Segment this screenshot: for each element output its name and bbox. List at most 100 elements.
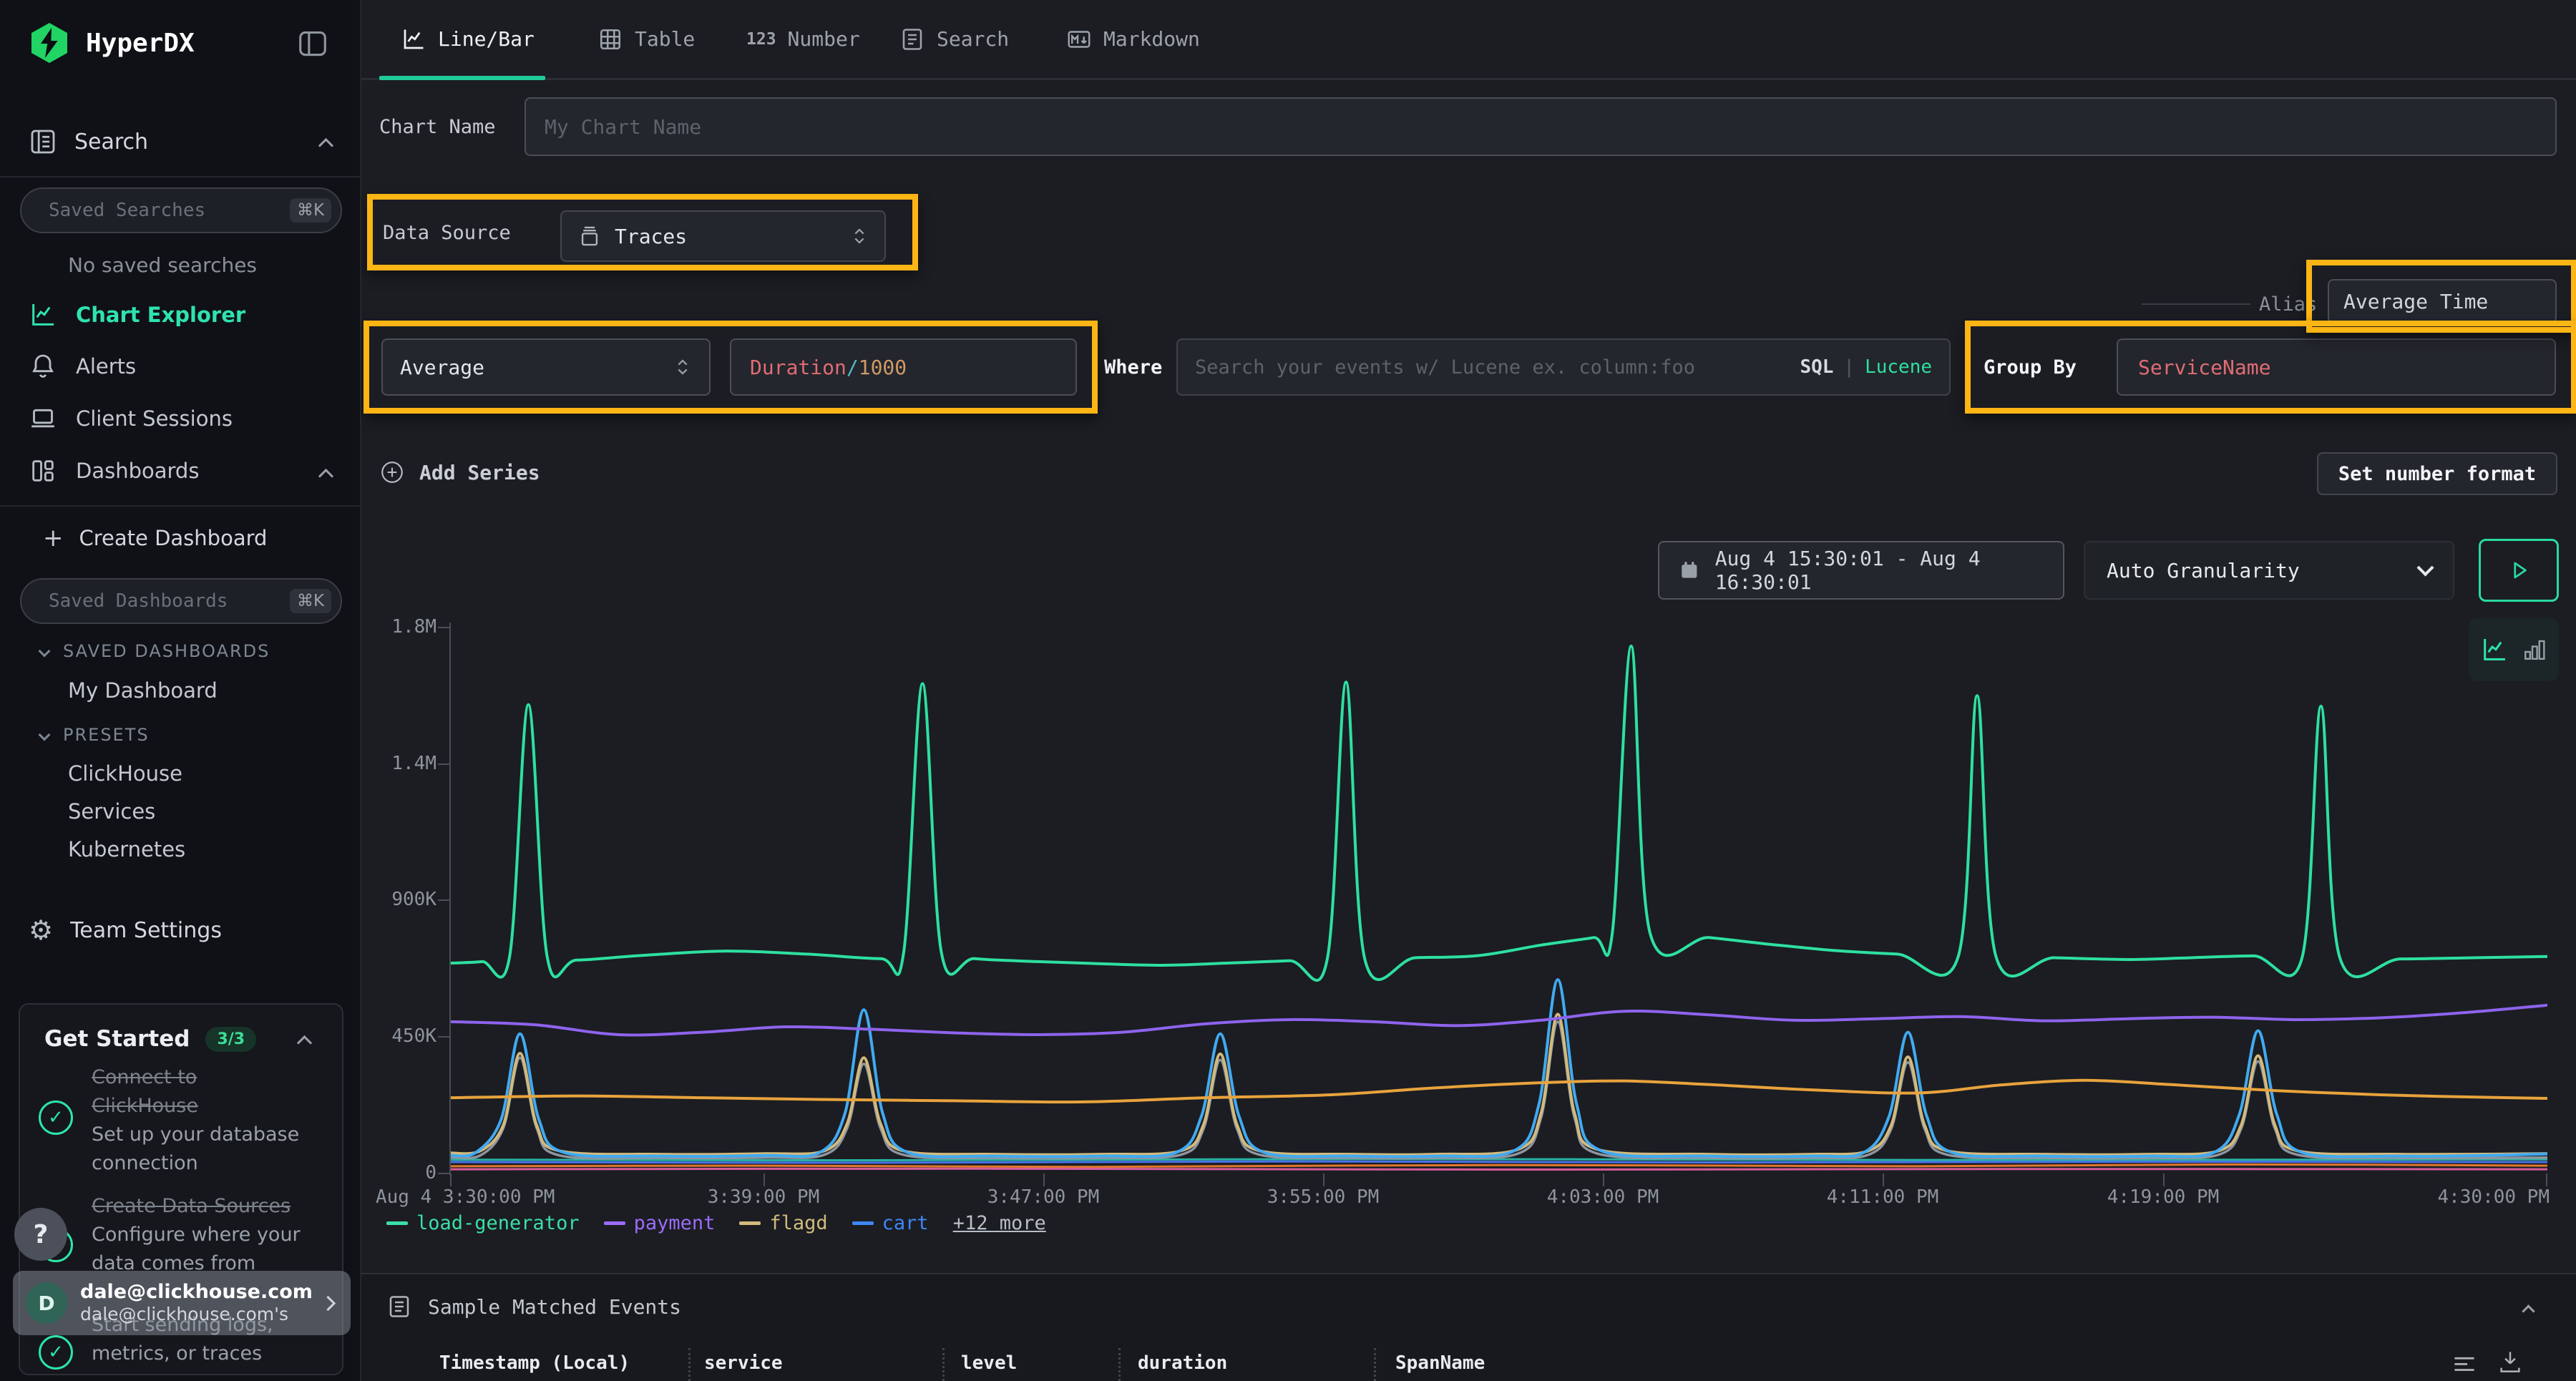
create-dashboard-label: Create Dashboard <box>79 526 268 550</box>
group-by-input[interactable]: ServiceName <box>2117 338 2556 396</box>
sidebar-item-client-sessions[interactable]: Client Sessions <box>29 404 233 433</box>
get-started-progress-badge: 3/3 <box>205 1027 256 1052</box>
user-menu[interactable]: D dale@clickhouse.com dale@clickhouse.co… <box>13 1271 351 1335</box>
x-tick-label: 3:39:00 PM <box>708 1186 820 1208</box>
aggregation-select[interactable]: Average <box>381 338 711 396</box>
series-line-other <box>451 1164 2547 1166</box>
avatar: D <box>26 1282 67 1324</box>
sidebar-item-services[interactable]: Services <box>68 799 155 824</box>
set-number-format-button[interactable]: Set number format <box>2317 452 2557 495</box>
tab-table[interactable]: Table <box>597 0 695 78</box>
sidebar-item-alerts[interactable]: Alerts <box>29 352 136 381</box>
field-token: 1000 <box>859 356 907 379</box>
where-label: Where <box>1104 356 1162 379</box>
field-token: / <box>847 356 859 379</box>
user-email: dale@clickhouse.com <box>80 1281 323 1304</box>
legend-item-flagd[interactable]: flagd <box>739 1212 827 1234</box>
where-input[interactable]: SQL | Lucene <box>1176 338 1951 396</box>
table-options-icon[interactable] <box>2451 1350 2478 1377</box>
data-source-select[interactable]: Traces <box>560 210 886 262</box>
team-settings-label: Team Settings <box>70 918 222 943</box>
sql-mode-toggle[interactable]: SQL <box>1800 356 1833 378</box>
presets-header: PRESETS <box>63 725 150 745</box>
time-range-picker[interactable]: Aug 4 15:30:01 - Aug 4 16:30:01 <box>1658 541 2064 600</box>
legend-more-link[interactable]: +12 more <box>953 1212 1046 1234</box>
tab-markdown[interactable]: Markdown <box>1066 0 1200 78</box>
x-tick-label: 4:03:00 PM <box>1547 1186 1659 1208</box>
timeseries-chart[interactable] <box>451 628 2547 1173</box>
legend-label: flagd <box>769 1212 827 1234</box>
add-series-button[interactable]: Add Series <box>379 459 540 485</box>
legend-item-payment[interactable]: payment <box>604 1212 716 1234</box>
sidebar-collapse-button[interactable] <box>298 30 328 57</box>
create-dashboard-button[interactable]: + Create Dashboard <box>43 524 267 552</box>
alias-input[interactable] <box>2328 279 2557 323</box>
sidebar-item-label: Client Sessions <box>76 406 233 431</box>
column-resizer[interactable] <box>942 1348 945 1381</box>
legend-swatch <box>604 1221 625 1225</box>
sidebar-item-team-settings[interactable]: ⚙ Team Settings <box>29 916 222 945</box>
y-tick-label: 0 <box>376 1162 436 1184</box>
sidebar-section-search[interactable]: Search <box>29 127 148 156</box>
legend-item-load-generator[interactable]: load-generator <box>386 1212 580 1234</box>
tab-line-bar[interactable]: Line/Bar <box>401 0 535 78</box>
get-started-header[interactable]: Get Started 3/3 <box>44 1026 256 1052</box>
column-resizer[interactable] <box>1374 1348 1376 1381</box>
granularity-value: Auto Granularity <box>2107 559 2300 582</box>
column-header-service[interactable]: service <box>704 1352 783 1374</box>
legend-label: payment <box>634 1212 716 1234</box>
presets-group[interactable]: PRESETS <box>40 725 150 745</box>
column-resizer[interactable] <box>1118 1348 1121 1381</box>
chevron-up-icon[interactable] <box>297 1035 312 1050</box>
tab-number[interactable]: 123 Number <box>746 0 860 78</box>
saved-searches-input[interactable]: ⌘K <box>20 187 342 233</box>
divider <box>0 505 361 507</box>
column-header-timestamp[interactable]: Timestamp (Local) <box>439 1352 630 1374</box>
view-tabbar: Line/Bar Table 123 Number Search Markdow… <box>361 0 2576 80</box>
get-started-item-1[interactable]: Connect to ClickHouse Set up your databa… <box>92 1063 299 1178</box>
chart-name-input[interactable] <box>525 97 2557 156</box>
column-header-spanname[interactable]: SpanName <box>1395 1352 1485 1374</box>
saved-dashboards-field[interactable] <box>49 590 290 612</box>
chevron-up-icon[interactable] <box>318 138 333 153</box>
column-resizer[interactable] <box>688 1348 691 1381</box>
download-icon[interactable] <box>2495 1347 2525 1377</box>
column-header-duration[interactable]: duration <box>1138 1352 1227 1374</box>
sidebar-item-my-dashboard[interactable]: My Dashboard <box>68 678 218 703</box>
sample-events-header[interactable]: Sample Matched Events <box>386 1294 681 1319</box>
sidebar-item-clickhouse[interactable]: ClickHouse <box>68 761 182 786</box>
saved-dashboards-group[interactable]: SAVED DASHBOARDS <box>40 641 270 661</box>
column-header-level[interactable]: level <box>961 1352 1017 1374</box>
saved-dashboards-input[interactable]: ⌘K <box>20 578 342 624</box>
laptop-icon <box>29 404 57 433</box>
chevron-down-icon <box>39 645 51 658</box>
help-button[interactable]: ? <box>14 1208 67 1261</box>
step-subtitle: metrics, or traces <box>92 1339 273 1368</box>
kbd-shortcut: ⌘K <box>290 589 331 613</box>
legend-item-cart[interactable]: cart <box>852 1212 929 1234</box>
sidebar-item-chart-explorer[interactable]: Chart Explorer <box>29 301 245 329</box>
play-icon <box>2504 555 2534 585</box>
step-subtitle: Configure where your <box>92 1221 301 1249</box>
legend-swatch <box>739 1221 761 1225</box>
lucene-mode-toggle[interactable]: Lucene <box>1865 356 1932 378</box>
field-expression-input[interactable]: Duration/1000 <box>730 338 1077 396</box>
chevron-down-icon <box>39 729 51 741</box>
calendar-icon <box>1678 557 1701 583</box>
x-tick-label: 4:19:00 PM <box>2107 1186 2220 1208</box>
series-line-other <box>451 1159 2547 1161</box>
step-title: Create Data Sources <box>92 1192 301 1221</box>
y-tick-label: 1.4M <box>376 753 436 774</box>
get-started-item-2[interactable]: Create Data Sources Configure where your… <box>92 1192 301 1278</box>
tab-search[interactable]: Search <box>899 0 1009 78</box>
run-query-button[interactable] <box>2479 539 2559 602</box>
granularity-select[interactable]: Auto Granularity <box>2084 541 2454 600</box>
step-title: ClickHouse <box>92 1092 299 1121</box>
sidebar-item-kubernetes[interactable]: Kubernetes <box>68 837 185 862</box>
kbd-shortcut: ⌘K <box>290 198 331 223</box>
chevron-up-icon[interactable] <box>318 469 333 484</box>
saved-searches-field[interactable] <box>49 200 290 221</box>
sidebar-item-dashboards[interactable]: Dashboards <box>29 457 199 485</box>
alias-connector-line <box>2142 303 2250 305</box>
add-series-label: Add Series <box>419 461 540 484</box>
